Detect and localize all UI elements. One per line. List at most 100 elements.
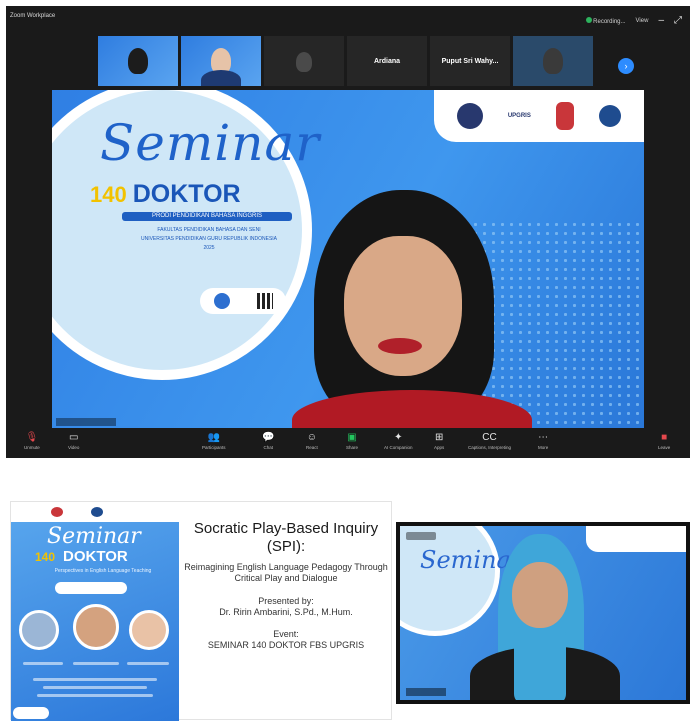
poster-caption-line	[127, 662, 169, 665]
toolbar-react[interactable]: ☺ React	[306, 432, 318, 450]
program-logo-icon	[599, 105, 622, 127]
participant-thumbnail[interactable]: Puput Sri Wahy...	[430, 36, 510, 86]
view-label-badge	[406, 532, 436, 540]
avatar	[128, 48, 148, 74]
slide-title: Socratic Play-Based Inquiry (SPI):	[193, 520, 379, 555]
active-speaker-view: UPGRIS Seminar 140 DOKTOR PRODI PENDIDIK…	[52, 90, 644, 428]
toolbar-share[interactable]: ▣ Share	[346, 432, 358, 450]
participant-thumbnail[interactable]	[513, 36, 593, 86]
toolbar-apps[interactable]: ⊞ Apps	[434, 432, 444, 450]
ai-companion-icon: ✦	[394, 432, 403, 443]
chat-icon: 💬	[262, 432, 275, 443]
speaker-video	[292, 190, 552, 428]
poster-logo-bar	[11, 502, 179, 522]
toolbar-label: AI Companion	[384, 445, 413, 450]
toolbar-more[interactable]: ⋯ More	[538, 432, 548, 450]
presented-by-label: Presented by:	[258, 596, 314, 606]
title-bar-controls: Recording... View – ⤢	[585, 16, 682, 26]
slide-script-title: Seminar	[100, 114, 321, 172]
speaker-scarf	[514, 626, 566, 700]
toolbar-video[interactable]: ▭ Video	[68, 432, 79, 450]
toolbar-label: Unmute	[24, 445, 40, 450]
speaker-photo	[129, 610, 169, 650]
slide-logo-bar: UPGRIS	[434, 90, 644, 142]
slide-prodi: PRODI PENDIDIKAN BAHASA INGGRIS	[122, 212, 292, 221]
toolbar-captions[interactable]: CC Captions, Interpreting	[468, 432, 511, 450]
avatar	[543, 48, 563, 74]
poster-doktor: DOKTOR	[63, 548, 128, 565]
slide-logo-bar	[586, 526, 686, 552]
logo-text: UPGRIS	[507, 113, 531, 119]
participant-thumbnail[interactable]	[264, 36, 344, 86]
seminar-poster: Seminar 140 DOKTOR Perspectives in Engli…	[11, 502, 179, 721]
leave-label: Leave	[658, 445, 671, 450]
title-bar: Zoom Workplace Recording... View – ⤢	[6, 6, 690, 36]
app-title: Zoom Workplace	[10, 13, 56, 19]
speaker-photo	[19, 610, 59, 650]
speaker-photo	[73, 604, 119, 650]
poster-caption-line	[33, 678, 157, 681]
logo-icon	[51, 507, 63, 517]
presenter-name: Dr. Ririn Ambarini, S.Pd., M.Hum.	[219, 607, 353, 617]
presentation-slide: Seminar 140 DOKTOR Perspectives in Engli…	[10, 501, 392, 721]
poster-zoom-badge	[13, 707, 49, 719]
participant-name: Ardiana	[373, 57, 401, 65]
slide-university: UNIVERSITAS PENDIDIKAN GURU REPUBLIK IND…	[140, 236, 278, 242]
speaker-face	[344, 236, 462, 376]
toolbar-chat[interactable]: 💬 Chat	[262, 432, 274, 450]
toolbar-label: React	[306, 445, 318, 450]
logo-icon	[91, 507, 103, 517]
poster-caption-line	[37, 694, 153, 697]
poster-caption-line	[73, 662, 119, 665]
slide-circle-decoration	[400, 526, 500, 636]
participants-icon: 👥	[207, 432, 220, 443]
slide-doktor: DOKTOR	[132, 180, 241, 208]
avatar-body	[201, 70, 241, 86]
toolbar-label: More	[538, 445, 549, 450]
zoom-meeting-window: Zoom Workplace Recording... View – ⤢ Ard…	[6, 6, 690, 458]
next-page-icon[interactable]: ›	[618, 58, 634, 74]
avatar	[296, 52, 312, 72]
speaker-name-tag	[406, 688, 446, 696]
video-icon: ▭	[68, 432, 79, 443]
view-button[interactable]: View	[636, 18, 649, 24]
maximize-icon[interactable]: ⤢	[674, 16, 682, 26]
toolbar-label: Apps	[434, 445, 445, 450]
toolbar-label: Chat	[263, 445, 273, 450]
toolbar-participants[interactable]: 👥 Participants	[202, 432, 226, 450]
slide-text-block: Socratic Play-Based Inquiry (SPI): Reima…	[183, 512, 389, 650]
slide-qr-pill	[200, 288, 286, 314]
speaker-name-tag	[56, 418, 116, 426]
slide-doktor-heading: 140 DOKTOR	[90, 180, 241, 209]
event-name: SEMINAR 140 DOKTOR FBS UPGRIS	[207, 640, 365, 650]
slide-number: 140	[90, 182, 127, 207]
faculty-logo-icon	[556, 102, 575, 130]
slide-year: 2025	[203, 245, 215, 251]
more-icon: ⋯	[538, 432, 549, 443]
poster-pill	[55, 582, 127, 594]
meeting-toolbar: 🎙 Unmute ▭ Video 👥 Participants 💬 Chat ☺…	[6, 430, 690, 458]
toolbar-label: Participants	[202, 445, 226, 450]
poster-caption-line	[43, 686, 147, 689]
qr-code-icon	[256, 293, 273, 309]
participant-thumbnail[interactable]: Ardiana	[347, 36, 427, 86]
event-label: Event:	[273, 629, 299, 639]
minimize-icon[interactable]: –	[658, 16, 664, 26]
toolbar-ai-companion[interactable]: ✦ AI Companion	[384, 432, 413, 450]
participant-thumbnail[interactable]	[181, 36, 261, 86]
leave-icon: ■	[661, 432, 668, 443]
toolbar-leave[interactable]: ■ Leave	[658, 432, 670, 450]
university-logo-icon	[456, 103, 483, 129]
toolbar-unmute[interactable]: 🎙 Unmute	[24, 432, 40, 450]
zoom-logo-icon	[213, 293, 230, 309]
poster-caption-line	[23, 662, 63, 665]
toolbar-label: Captions, Interpreting	[468, 445, 512, 450]
recording-dot-icon	[585, 17, 592, 23]
recording-status[interactable]: Recording...	[585, 17, 626, 25]
slide-subtitle: Reimagining English Language Pedagogy Th…	[184, 562, 388, 583]
participant-thumbnail[interactable]	[98, 36, 178, 86]
apps-icon: ⊞	[434, 432, 444, 443]
recording-label: Recording...	[593, 19, 626, 25]
react-icon: ☺	[306, 432, 317, 443]
share-icon: ▣	[347, 432, 357, 443]
